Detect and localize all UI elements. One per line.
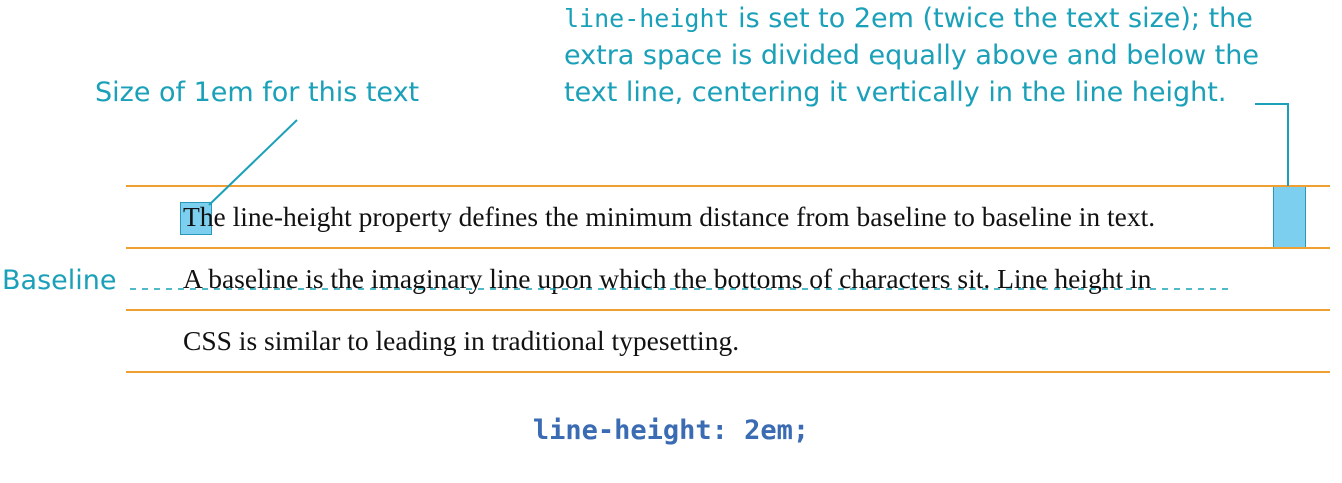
leader-lines <box>130 103 1289 290</box>
line-height-leader-line <box>1255 103 1289 186</box>
em-leader-line <box>208 119 298 206</box>
line-height-caption: line-height: 2em; <box>532 415 810 446</box>
